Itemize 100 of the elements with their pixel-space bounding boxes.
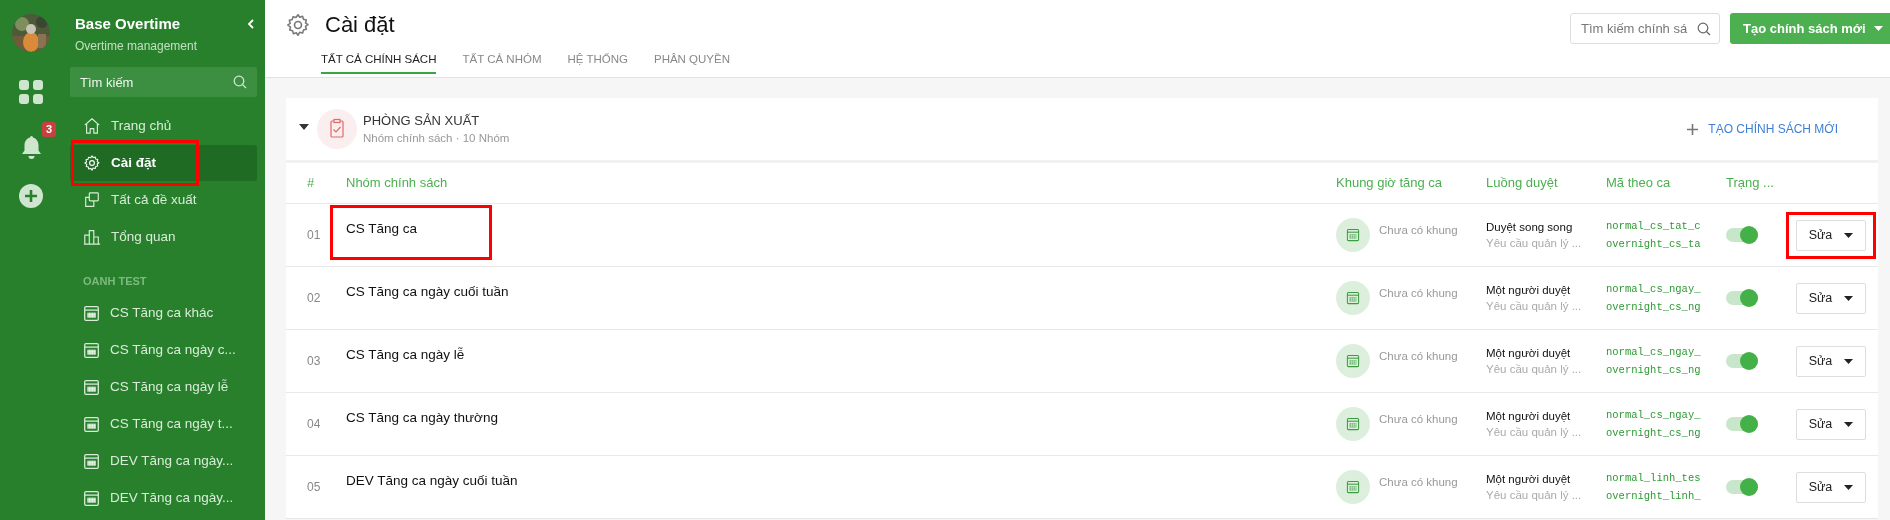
add-icon bbox=[19, 184, 43, 208]
approval-note: Yêu cầu quản lý ... bbox=[1486, 299, 1583, 314]
shift-code: overnight_linh_ bbox=[1606, 489, 1702, 504]
policy-name: CS Tăng ca bbox=[346, 221, 418, 236]
policy-item[interactable]: CS Tăng ca ngày lễ bbox=[70, 369, 257, 406]
shift-code: overnight_cs_ng bbox=[1606, 363, 1702, 378]
row-number: 03 bbox=[306, 353, 322, 370]
shift-code: normal_linh_tes bbox=[1606, 471, 1702, 486]
row-number: 01 bbox=[306, 227, 322, 244]
clipboard-icon bbox=[317, 109, 357, 149]
policy-name: DEV Tăng ca ngày cuối tuần bbox=[346, 473, 518, 488]
search-field[interactable]: Tìm kiếm chính sá bbox=[1570, 13, 1720, 44]
shift-code: overnight_cs_ng bbox=[1606, 300, 1702, 315]
caret-icon bbox=[1844, 232, 1854, 238]
policy-name: CS Tăng ca ngày cuối tuần bbox=[346, 284, 509, 299]
approval-flow: Một người duyệt bbox=[1486, 283, 1572, 298]
column-header: Khung giờ tăng ca bbox=[1336, 174, 1444, 193]
row-number: 05 bbox=[306, 479, 322, 496]
bar-chart-icon bbox=[83, 228, 101, 246]
calendar-icon bbox=[1336, 407, 1370, 441]
calendar-icon bbox=[83, 490, 100, 507]
caret-icon bbox=[1844, 484, 1854, 490]
edit-button[interactable]: Sửa bbox=[1796, 345, 1866, 377]
shift-window-text: Chưa có khung bbox=[1379, 286, 1458, 302]
policy-item[interactable]: DEV Tăng ca ngày... bbox=[70, 480, 257, 517]
search-icon bbox=[233, 75, 247, 89]
approval-flow: Một người duyệt bbox=[1486, 346, 1572, 361]
toggle-switch[interactable] bbox=[1726, 417, 1758, 431]
menu-item[interactable]: Tổng quan bbox=[70, 219, 257, 255]
approval-flow: Một người duyệt bbox=[1486, 409, 1572, 424]
approval-note: Yêu cầu quản lý ... bbox=[1486, 362, 1583, 377]
group-title: PHÒNG SẢN XUẤT bbox=[363, 112, 481, 130]
shift-window-text: Chưa có khung bbox=[1379, 223, 1458, 239]
approval-note: Yêu cầu quản lý ... bbox=[1486, 425, 1583, 440]
policy-name: CS Tăng ca ngày thường bbox=[346, 410, 498, 425]
policy-item[interactable]: CS Tăng ca ngày c... bbox=[70, 332, 257, 369]
edit-button[interactable]: Sửa bbox=[1796, 219, 1866, 251]
toggle-switch[interactable] bbox=[1726, 354, 1758, 368]
shift-code: normal_cs_ngay_ bbox=[1606, 408, 1702, 423]
toggle-switch[interactable] bbox=[1726, 291, 1758, 305]
policy-item[interactable]: DEV Tăng ca ngày... bbox=[70, 443, 257, 480]
calendar-icon bbox=[83, 416, 100, 433]
notification-badge: 3 bbox=[41, 122, 56, 137]
app-subtitle: Overtime management bbox=[75, 38, 198, 55]
search-icon bbox=[1697, 22, 1711, 36]
shift-code: normal_cs_tat_c bbox=[1606, 219, 1702, 234]
tab[interactable]: TẤT CẢ CHÍNH SÁCH bbox=[321, 45, 437, 74]
calendar-icon bbox=[83, 342, 100, 359]
policy-item[interactable]: CS Tăng ca ngày t... bbox=[70, 406, 257, 443]
menu-item[interactable]: Cài đặt bbox=[70, 145, 257, 181]
create-policy-link[interactable]: TẠO CHÍNH SÁCH MỚI bbox=[1687, 120, 1838, 138]
calendar-icon bbox=[1336, 218, 1370, 252]
policy-item[interactable]: CS Tăng ca khác bbox=[70, 295, 257, 332]
search-field[interactable]: Tìm kiếm bbox=[70, 67, 257, 97]
column-header: Mã theo ca bbox=[1606, 174, 1672, 193]
approval-note: Yêu cầu quản lý ... bbox=[1486, 236, 1583, 251]
approval-flow: Duyệt song song bbox=[1486, 220, 1574, 235]
calendar-icon bbox=[83, 379, 100, 396]
calendar-icon bbox=[83, 453, 100, 470]
column-header: Nhóm chính sách bbox=[346, 174, 449, 193]
home-icon bbox=[83, 117, 101, 135]
column-header: # bbox=[306, 174, 316, 193]
caret-icon bbox=[1873, 26, 1883, 31]
edit-button[interactable]: Sửa bbox=[1796, 408, 1866, 440]
caret-icon bbox=[1844, 421, 1854, 427]
section-label: OANH TEST bbox=[82, 274, 148, 289]
calendar-icon bbox=[1336, 281, 1370, 315]
toggle-switch[interactable] bbox=[1726, 228, 1758, 242]
menu-item[interactable]: Trang chủ bbox=[70, 108, 257, 144]
tab[interactable]: TẤT CẢ NHÓM bbox=[462, 45, 542, 74]
edit-button[interactable]: Sửa bbox=[1796, 471, 1866, 503]
create-policy-button[interactable]: Tạo chính sách mới bbox=[1730, 13, 1890, 44]
toggle-switch[interactable] bbox=[1726, 480, 1758, 494]
caret-icon bbox=[1844, 358, 1854, 364]
collapse-icon bbox=[247, 19, 255, 29]
caret-icon bbox=[1844, 295, 1854, 301]
shift-code: overnight_cs_ta bbox=[1606, 237, 1702, 252]
calendar-icon bbox=[1336, 344, 1370, 378]
settings-icon bbox=[83, 154, 101, 172]
approval-flow: Một người duyệt bbox=[1486, 472, 1572, 487]
menu-item[interactable]: Tất cả đề xuất bbox=[70, 182, 257, 218]
policy-name: CS Tăng ca ngày lễ bbox=[346, 347, 465, 362]
edit-button[interactable]: Sửa bbox=[1796, 282, 1866, 314]
copy-icon bbox=[83, 191, 101, 209]
group-subtitle: Nhóm chính sách · 10 Nhóm bbox=[363, 131, 511, 146]
row-number: 02 bbox=[306, 290, 322, 307]
row-number: 04 bbox=[306, 416, 322, 433]
shift-code: normal_cs_ngay_ bbox=[1606, 282, 1702, 297]
shift-code: normal_cs_ngay_ bbox=[1606, 345, 1702, 360]
tab[interactable]: PHÂN QUYỀN bbox=[653, 45, 730, 74]
tab[interactable]: HỆ THỐNG bbox=[567, 45, 628, 74]
calendar-icon bbox=[1336, 470, 1370, 504]
shift-window-text: Chưa có khung bbox=[1379, 475, 1458, 491]
approval-note: Yêu cầu quản lý ... bbox=[1486, 488, 1583, 503]
app-title: Base Overtime bbox=[75, 14, 182, 34]
shift-window-text: Chưa có khung bbox=[1379, 412, 1458, 428]
shift-window-text: Chưa có khung bbox=[1379, 349, 1458, 365]
page-title: Cài đặt bbox=[325, 11, 395, 39]
calendar-icon bbox=[83, 305, 100, 322]
column-header: Trạng ... bbox=[1726, 174, 1775, 193]
